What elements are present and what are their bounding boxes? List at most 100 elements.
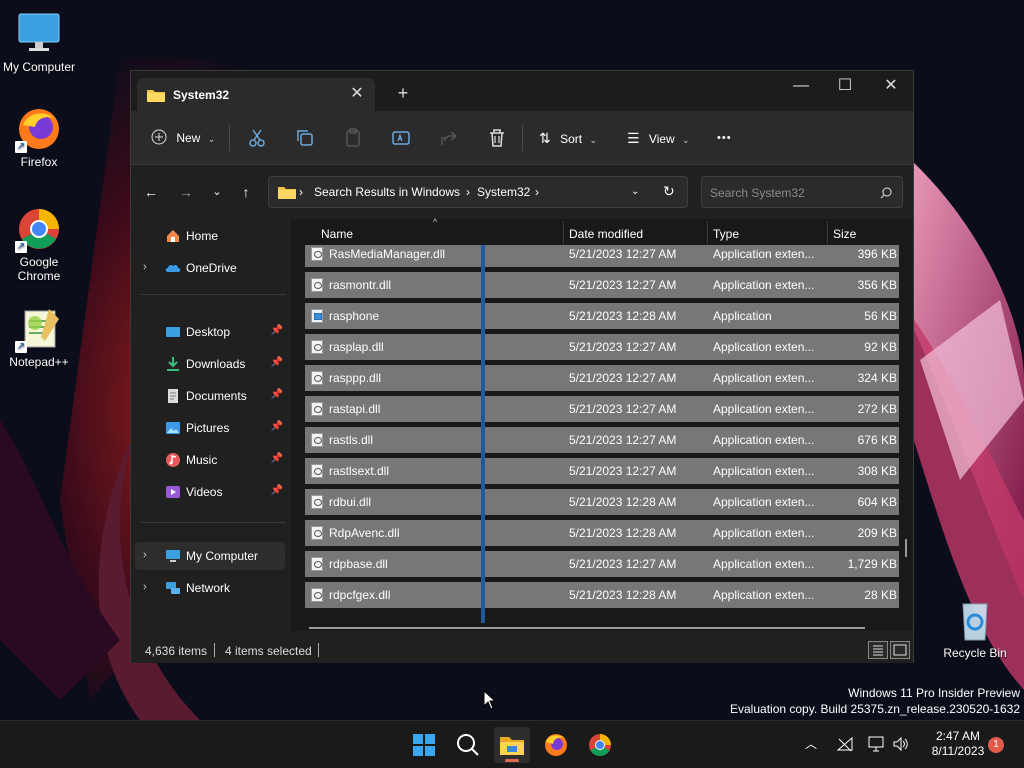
file-date-modified: 5/21/2023 12:27 AM <box>569 247 677 261</box>
file-list-view[interactable]: ^ Name Date modified Type Size RasMediaM… <box>291 217 913 631</box>
new-button[interactable]: New ⌄ <box>151 125 215 151</box>
table-row[interactable]: rdpbase.dll 5/21/2023 12:27 AM Application… <box>305 551 899 577</box>
column-header-size[interactable]: Size <box>833 227 856 241</box>
desktop-icon-chrome[interactable]: ↗ Google Chrome <box>1 205 77 283</box>
up-button[interactable]: ↑ <box>234 179 258 205</box>
watermark-line-1: Windows 11 Pro Insider Preview <box>848 686 1020 700</box>
column-header-date-modified[interactable]: Date modified <box>569 227 643 241</box>
sidebar-item-my-computer[interactable]: › My Computer <box>135 542 285 570</box>
vertical-scrollbar[interactable] <box>905 539 907 557</box>
table-row[interactable]: rastls.dll 5/21/2023 12:27 AM Application … <box>305 427 899 453</box>
delete-icon[interactable] <box>485 126 509 150</box>
close-tab-button[interactable]: ✕ <box>347 84 367 104</box>
sort-button[interactable]: ⇅ Sort ⌄ <box>539 125 597 151</box>
view-button[interactable]: ☰ View ⌄ <box>627 125 690 151</box>
taskbar-chrome[interactable] <box>582 727 618 763</box>
breadcrumb-system32[interactable]: System32 <box>477 185 530 199</box>
desktop-icon-firefox[interactable]: ↗ Firefox <box>1 105 77 169</box>
file-explorer-window[interactable]: System32 ✕ + — ☐ ✕ New ⌄ ⇅ Sort ⌄ ☰ View… <box>130 70 914 663</box>
taskbar-search-button[interactable] <box>450 727 486 763</box>
sidebar-item-pictures[interactable]: Pictures 📌 <box>135 414 285 442</box>
sidebar-item-network[interactable]: › Network <box>135 574 285 602</box>
cut-icon[interactable] <box>245 126 269 150</box>
chevron-right-icon[interactable]: › <box>143 261 147 273</box>
close-window-button[interactable]: ✕ <box>868 71 914 103</box>
table-row[interactable]: RasMediaManager.dll 5/21/2023 12:27 AM App… <box>305 245 899 267</box>
sidebar-item-home[interactable]: Home <box>135 222 285 250</box>
tab-label: System32 <box>173 88 230 102</box>
chevron-right-icon[interactable]: › <box>143 549 147 561</box>
back-button[interactable]: ← <box>139 179 163 205</box>
table-row[interactable]: rasphone 5/21/2023 12:28 AM Application 56 … <box>305 303 899 329</box>
table-row[interactable]: rasplap.dll 5/21/2023 12:27 AM Application… <box>305 334 899 360</box>
search-box[interactable] <box>701 176 903 208</box>
shortcut-arrow-icon: ↗ <box>15 141 27 153</box>
column-divider[interactable] <box>707 221 708 245</box>
sidebar-item-downloads[interactable]: Downloads 📌 <box>135 350 285 378</box>
chevron-right-icon[interactable]: › <box>143 581 147 593</box>
table-row[interactable]: rdbui.dll 5/21/2023 12:28 AM Application e… <box>305 489 899 515</box>
desktop-icon-my-computer[interactable]: My Computer <box>1 10 77 74</box>
large-icons-view-button[interactable] <box>890 641 910 659</box>
sidebar-item-desktop[interactable]: Desktop 📌 <box>135 318 285 346</box>
file-type: Application exten... <box>713 340 815 354</box>
new-tab-button[interactable]: + <box>393 83 413 103</box>
forward-button[interactable]: → <box>174 179 198 205</box>
file-name: rasphone <box>329 309 380 323</box>
address-history-chevron-icon[interactable]: ⌄ <box>631 186 639 197</box>
notification-badge[interactable]: 1 <box>988 737 1004 753</box>
column-divider[interactable] <box>827 221 828 245</box>
show-hidden-icons-button[interactable]: ︿ <box>805 735 817 752</box>
sidebar-item-music[interactable]: Music 📌 <box>135 446 285 474</box>
column-divider[interactable] <box>563 221 564 245</box>
minimize-button[interactable]: — <box>778 71 824 103</box>
table-row[interactable]: rasmontr.dll 5/21/2023 12:27 AM Applicatio… <box>305 272 899 298</box>
volume-icon[interactable] <box>892 735 910 753</box>
table-row[interactable]: rastapi.dll 5/21/2023 12:27 AM Application… <box>305 396 899 422</box>
network-disconnected-icon[interactable] <box>836 736 854 752</box>
table-row[interactable]: rastlsext.dll 5/21/2023 12:27 AM Applicati… <box>305 458 899 484</box>
address-bar[interactable]: › Search Results in Windows › System32 ›… <box>268 176 688 208</box>
copy-icon[interactable] <box>293 126 317 150</box>
clock[interactable]: 2:47 AM 8/11/2023 <box>918 729 998 759</box>
table-row[interactable]: RdpAvenc.dll 5/21/2023 12:28 AM Applicatio… <box>305 520 899 546</box>
taskbar-file-explorer[interactable] <box>494 727 530 763</box>
share-icon[interactable] <box>437 126 461 150</box>
windows-logo-icon <box>413 734 435 756</box>
sidebar-item-label: Videos <box>186 485 223 499</box>
sidebar-item-documents[interactable]: Documents 📌 <box>135 382 285 410</box>
desktop-icon-notepadpp[interactable]: ↗ Notepad++ <box>1 305 77 369</box>
monitor-network-icon[interactable] <box>868 735 886 753</box>
column-header-row: ^ Name Date modified Type Size <box>291 217 913 245</box>
more-options-button[interactable]: ••• <box>717 125 732 151</box>
file-date-modified: 5/21/2023 12:27 AM <box>569 402 677 416</box>
table-row[interactable]: rdpcfgex.dll 5/21/2023 12:28 AM Applicatio… <box>305 582 899 608</box>
sidebar-item-onedrive[interactable]: › OneDrive <box>135 254 285 282</box>
refresh-button[interactable]: ↻ <box>663 183 675 200</box>
recent-locations-button[interactable]: ⌄ <box>205 179 229 205</box>
paste-icon[interactable] <box>341 126 365 150</box>
details-view-button[interactable] <box>868 641 888 659</box>
sidebar-divider <box>141 294 286 295</box>
breadcrumb-search-results[interactable]: Search Results in Windows <box>314 185 460 199</box>
desktop-folder-icon <box>166 327 180 337</box>
shortcut-arrow-icon: ↗ <box>15 241 27 253</box>
horizontal-scrollbar[interactable] <box>309 627 865 629</box>
search-input[interactable] <box>710 184 870 202</box>
file-size: 56 KB <box>864 309 897 323</box>
sidebar-item-videos[interactable]: Videos 📌 <box>135 478 285 506</box>
column-header-type[interactable]: Type <box>713 227 739 241</box>
maximize-button[interactable]: ☐ <box>822 71 868 103</box>
file-date-modified: 5/21/2023 12:28 AM <box>569 495 677 509</box>
column-header-name[interactable]: Name <box>321 227 353 241</box>
chevron-down-icon: ⌄ <box>207 134 216 144</box>
title-bar[interactable]: System32 ✕ + — ☐ ✕ <box>131 71 913 111</box>
file-size: 92 KB <box>864 340 897 354</box>
start-button[interactable] <box>406 727 442 763</box>
rename-icon[interactable] <box>389 126 413 150</box>
tab-system32[interactable]: System32 ✕ <box>137 78 375 111</box>
taskbar-firefox[interactable] <box>538 727 574 763</box>
table-row[interactable]: rasppp.dll 5/21/2023 12:27 AM Application … <box>305 365 899 391</box>
onedrive-icon <box>165 264 181 272</box>
desktop-icon-recycle-bin[interactable]: Recycle Bin <box>937 596 1013 660</box>
